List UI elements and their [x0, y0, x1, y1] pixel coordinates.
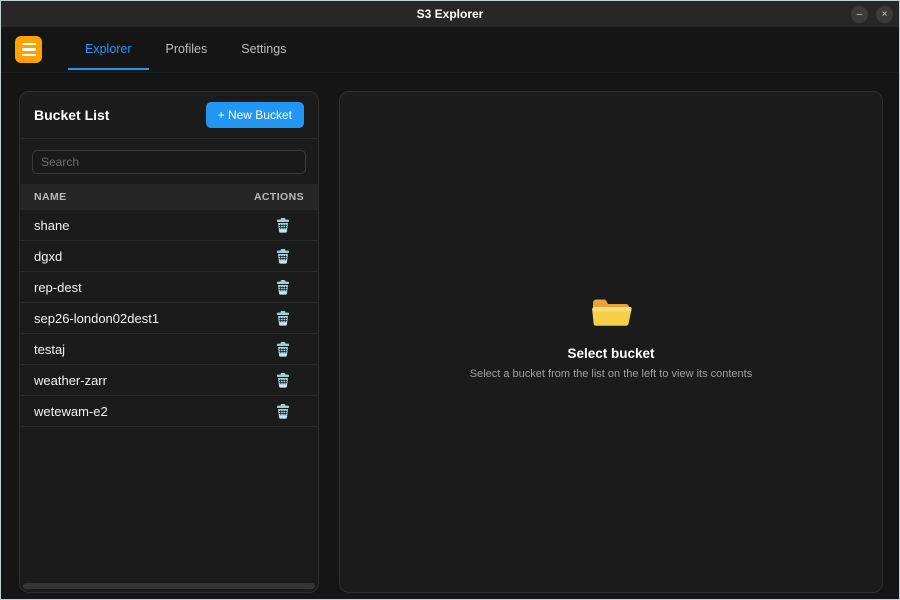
- bucket-name: shane: [34, 218, 69, 233]
- delete-bucket-button[interactable]: [276, 218, 290, 233]
- hamburger-menu-button[interactable]: [15, 36, 42, 63]
- bucket-row[interactable]: testaj: [20, 334, 318, 365]
- trash-icon: [276, 280, 290, 295]
- close-button[interactable]: ×: [876, 6, 893, 23]
- search-wrap: [20, 139, 318, 184]
- tab-explorer[interactable]: Explorer: [68, 30, 149, 70]
- bucket-name: rep-dest: [34, 280, 82, 295]
- main-content: Bucket List + New Bucket NAME ACTIONS sh…: [1, 73, 899, 599]
- titlebar: S3 Explorer – ×: [1, 1, 899, 27]
- bucket-row[interactable]: shane: [20, 210, 318, 241]
- folder-icon: [590, 294, 632, 330]
- trash-icon: [276, 373, 290, 388]
- search-input[interactable]: [32, 150, 306, 174]
- bucket-contents-panel: Select bucket Select a bucket from the l…: [339, 91, 883, 593]
- column-actions: ACTIONS: [254, 191, 304, 203]
- bucket-row[interactable]: dgxd: [20, 241, 318, 272]
- bucket-list-title: Bucket List: [34, 107, 109, 123]
- minimize-button[interactable]: –: [851, 6, 868, 23]
- bucket-row[interactable]: rep-dest: [20, 272, 318, 303]
- trash-icon: [276, 404, 290, 419]
- window-title: S3 Explorer: [417, 7, 484, 21]
- tab-settings[interactable]: Settings: [224, 30, 303, 70]
- bucket-name: weather-zarr: [34, 373, 107, 388]
- bucket-name: sep26-london02dest1: [34, 311, 159, 326]
- empty-state-subtitle: Select a bucket from the list on the lef…: [470, 368, 752, 380]
- delete-bucket-button[interactable]: [276, 342, 290, 357]
- delete-bucket-button[interactable]: [276, 404, 290, 419]
- empty-state-title: Select bucket: [567, 346, 654, 361]
- bucket-table-header: NAME ACTIONS: [20, 184, 318, 210]
- trash-icon: [276, 249, 290, 264]
- trash-icon: [276, 342, 290, 357]
- empty-state: Select bucket Select a bucket from the l…: [470, 294, 752, 380]
- trash-icon: [276, 218, 290, 233]
- delete-bucket-button[interactable]: [276, 311, 290, 326]
- delete-bucket-button[interactable]: [276, 280, 290, 295]
- delete-bucket-button[interactable]: [276, 373, 290, 388]
- bucket-rows: shane dgxd: [20, 210, 318, 582]
- bucket-list-header: Bucket List + New Bucket: [20, 92, 318, 139]
- bucket-row[interactable]: weather-zarr: [20, 365, 318, 396]
- bucket-row[interactable]: wetewam-e2: [20, 396, 318, 427]
- new-bucket-button[interactable]: + New Bucket: [206, 102, 304, 128]
- bucket-list-panel: Bucket List + New Bucket NAME ACTIONS sh…: [19, 91, 319, 593]
- trash-icon: [276, 311, 290, 326]
- column-name: NAME: [34, 191, 67, 203]
- bucket-row[interactable]: sep26-london02dest1: [20, 303, 318, 334]
- tabbar: Explorer Profiles Settings: [1, 27, 899, 73]
- bucket-name: wetewam-e2: [34, 404, 108, 419]
- s3-explorer-window: { "window": { "title": "S3 Explorer", "m…: [0, 0, 900, 600]
- scrollbar-thumb[interactable]: [23, 583, 315, 589]
- hamburger-menu-icon: [22, 43, 36, 46]
- window-controls: – ×: [851, 1, 893, 27]
- tab-list: Explorer Profiles Settings: [68, 27, 303, 72]
- tab-profiles[interactable]: Profiles: [149, 30, 225, 70]
- delete-bucket-button[interactable]: [276, 249, 290, 264]
- bucket-name: dgxd: [34, 249, 62, 264]
- horizontal-scrollbar[interactable]: [22, 582, 316, 590]
- bucket-name: testaj: [34, 342, 65, 357]
